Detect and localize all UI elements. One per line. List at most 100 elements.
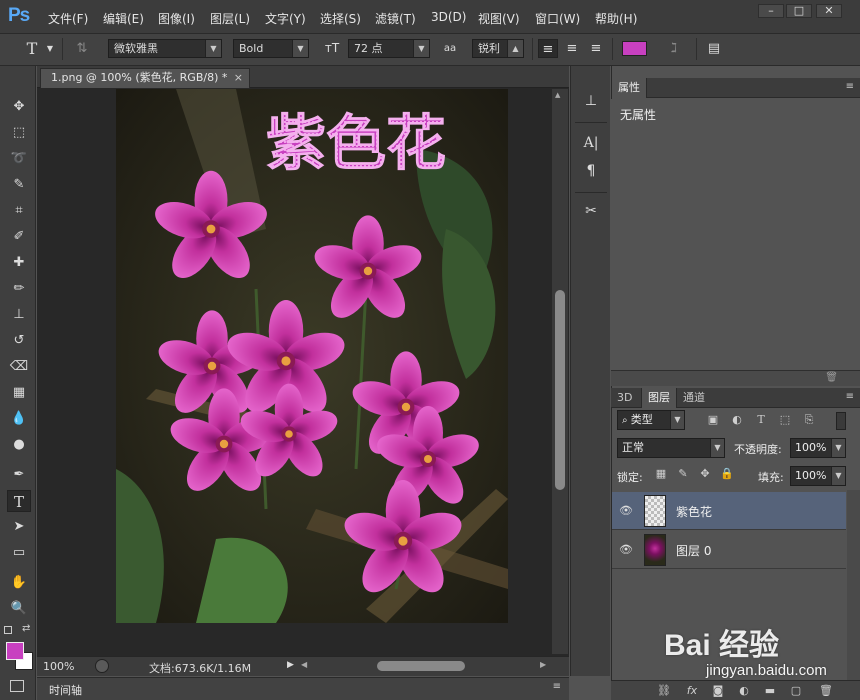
menu-3d[interactable]: 3D(D) (431, 10, 466, 24)
layer-row[interactable]: 👁 图层 0 (612, 531, 846, 569)
text-orientation-icon[interactable]: ⇅ (72, 39, 92, 58)
menu-help[interactable]: 帮助(H) (595, 10, 637, 27)
menu-select[interactable]: 选择(S) (320, 10, 361, 27)
chevron-down-icon: ▼ (710, 439, 724, 457)
status-menu-arrow-icon[interactable]: ▶ (287, 660, 294, 670)
font-family-select[interactable]: 微软雅黑 ▼ (108, 39, 222, 58)
blur-tool-icon[interactable]: 💧 (7, 408, 31, 430)
tab-layers[interactable]: 图层 (641, 388, 677, 408)
zoom-level[interactable]: 100% (43, 660, 74, 673)
menu-window[interactable]: 窗口(W) (535, 10, 580, 27)
crop-tool-icon[interactable]: ⌗ (7, 200, 31, 222)
quick-mask-icon[interactable] (10, 680, 24, 692)
panel-menu-icon[interactable]: ≡ (846, 81, 854, 92)
paragraph-panel-icon[interactable]: ¶ (579, 160, 603, 182)
marquee-tool-icon[interactable]: ⬚ (7, 122, 31, 144)
brush-tool-icon[interactable]: ✏ (7, 278, 31, 300)
move-tool-icon[interactable]: ✥ (7, 96, 31, 118)
blend-mode-select[interactable]: 正常 ▼ (617, 438, 725, 458)
document-tab[interactable]: 1.png @ 100% (紫色花, RGB/8) * × (40, 68, 250, 88)
lasso-tool-icon[interactable]: ➰ (7, 148, 31, 170)
gradient-tool-icon[interactable]: ▦ (7, 382, 31, 404)
filter-toggle-switch[interactable] (836, 412, 846, 430)
panel-menu-icon[interactable]: ≡ (553, 681, 561, 692)
close-tab-icon[interactable]: × (234, 69, 243, 87)
rectangle-tool-icon[interactable]: ▭ (7, 542, 31, 564)
document-canvas[interactable]: 紫色花 (116, 89, 508, 623)
vertical-scroll-thumb[interactable] (555, 290, 565, 490)
path-selection-tool-icon[interactable]: ➤ (7, 516, 31, 538)
fill-input[interactable]: 100% ▼ (790, 466, 846, 486)
quick-select-tool-icon[interactable]: ✎ (7, 174, 31, 196)
type-tool-icon[interactable]: T (7, 490, 31, 512)
font-size-select[interactable]: 72 点 ▼ (348, 39, 430, 58)
clone-stamp-tool-icon[interactable]: ⊥ (7, 304, 31, 326)
tab-properties[interactable]: 属性 (611, 78, 647, 98)
scroll-up-icon[interactable]: ▲ (555, 91, 560, 99)
eyedropper-tool-icon[interactable]: ✐ (7, 226, 31, 248)
tools-panel: ✥ ⬚ ➰ ✎ ⌗ ✐ ✚ ✏ ⊥ ↺ ⌫ ▦ 💧 ● ✒ T ➤ ▭ ✋ 🔍 … (0, 66, 36, 700)
history-brush-tool-icon[interactable]: ↺ (7, 330, 31, 352)
warp-text-icon[interactable]: ℷ (664, 39, 684, 58)
layer-row[interactable]: 👁 紫色花 (612, 492, 846, 530)
filter-shape-icon[interactable]: ⬚ (776, 412, 794, 428)
foreground-color-swatch[interactable] (6, 642, 24, 660)
align-right-icon[interactable]: ≡ (586, 39, 606, 58)
filter-type-icon[interactable]: T (752, 412, 770, 428)
lock-transparent-icon[interactable]: ▦ (652, 466, 670, 482)
menu-filter[interactable]: 滤镜(T) (375, 10, 416, 27)
tab-3d[interactable]: 3D (611, 388, 638, 408)
filter-adjustment-icon[interactable]: ◐ (728, 412, 746, 428)
close-button[interactable]: ✕ (816, 4, 842, 18)
tab-channels[interactable]: 通道 (677, 388, 711, 408)
flower-photo: 紫色花 (116, 89, 508, 623)
history-panel-icon[interactable]: ⊥ (579, 90, 603, 112)
tool-presets-icon[interactable]: ✂ (579, 200, 603, 222)
type-tool-preset-icon[interactable]: T (22, 39, 42, 58)
dodge-tool-icon[interactable]: ● (7, 434, 31, 456)
align-center-icon[interactable]: ≡ (562, 39, 582, 58)
opacity-input[interactable]: 100% ▼ (790, 438, 846, 458)
visibility-eye-icon[interactable]: 👁 (618, 503, 634, 519)
healing-brush-tool-icon[interactable]: ✚ (7, 252, 31, 274)
lock-all-icon[interactable]: 🔒 (718, 466, 736, 482)
font-style-select[interactable]: Bold ▼ (233, 39, 309, 58)
filter-pixel-icon[interactable]: ▣ (704, 412, 722, 428)
horizontal-scroll-thumb[interactable] (377, 661, 465, 671)
swap-colors-icon[interactable]: ⇄ (22, 623, 30, 634)
menu-image[interactable]: 图像(I) (158, 10, 195, 27)
hand-tool-icon[interactable]: ✋ (7, 572, 31, 594)
status-info-icon[interactable] (95, 659, 109, 673)
character-panel-icon[interactable]: ▤ (704, 39, 724, 58)
default-colors-icon[interactable] (4, 626, 12, 634)
layer-name[interactable]: 图层 0 (676, 542, 711, 559)
eraser-tool-icon[interactable]: ⌫ (7, 356, 31, 378)
menu-type[interactable]: 文字(Y) (265, 10, 306, 27)
align-left-icon[interactable]: ≡ (538, 39, 558, 58)
panel-menu-icon[interactable]: ≡ (846, 391, 854, 402)
text-color-swatch[interactable] (622, 41, 647, 56)
menu-file[interactable]: 文件(F) (48, 10, 88, 27)
lock-image-icon[interactable]: ✎ (674, 466, 692, 482)
character-panel-icon[interactable]: A| (579, 132, 603, 154)
layer-name[interactable]: 紫色花 (676, 503, 712, 520)
trash-icon[interactable]: 🗑 (825, 372, 838, 383)
layer-filter-select[interactable]: ⌕ 类型 ▼ (617, 410, 685, 430)
antialias-select[interactable]: 锐利 ▲ (472, 39, 524, 58)
scroll-left-icon[interactable]: ◀ (301, 660, 307, 669)
maximize-button[interactable]: □ (786, 4, 812, 18)
scroll-right-icon[interactable]: ▶ (540, 660, 546, 669)
visibility-eye-icon[interactable]: 👁 (618, 542, 634, 558)
zoom-tool-icon[interactable]: 🔍 (7, 598, 31, 620)
menu-view[interactable]: 视图(V) (478, 10, 520, 27)
preset-dropdown-icon[interactable]: ▼ (40, 39, 60, 58)
pen-tool-icon[interactable]: ✒ (7, 464, 31, 486)
timeline-tab[interactable]: 时间轴 (49, 682, 82, 698)
canvas-text-layer[interactable]: 紫色花 (266, 109, 447, 180)
menu-layer[interactable]: 图层(L) (210, 10, 250, 27)
font-style-value: Bold (239, 42, 264, 55)
filter-smart-object-icon[interactable]: ⎘ (800, 412, 818, 428)
minimize-button[interactable]: – (758, 4, 784, 18)
menu-edit[interactable]: 编辑(E) (103, 10, 144, 27)
lock-position-icon[interactable]: ✥ (696, 466, 714, 482)
